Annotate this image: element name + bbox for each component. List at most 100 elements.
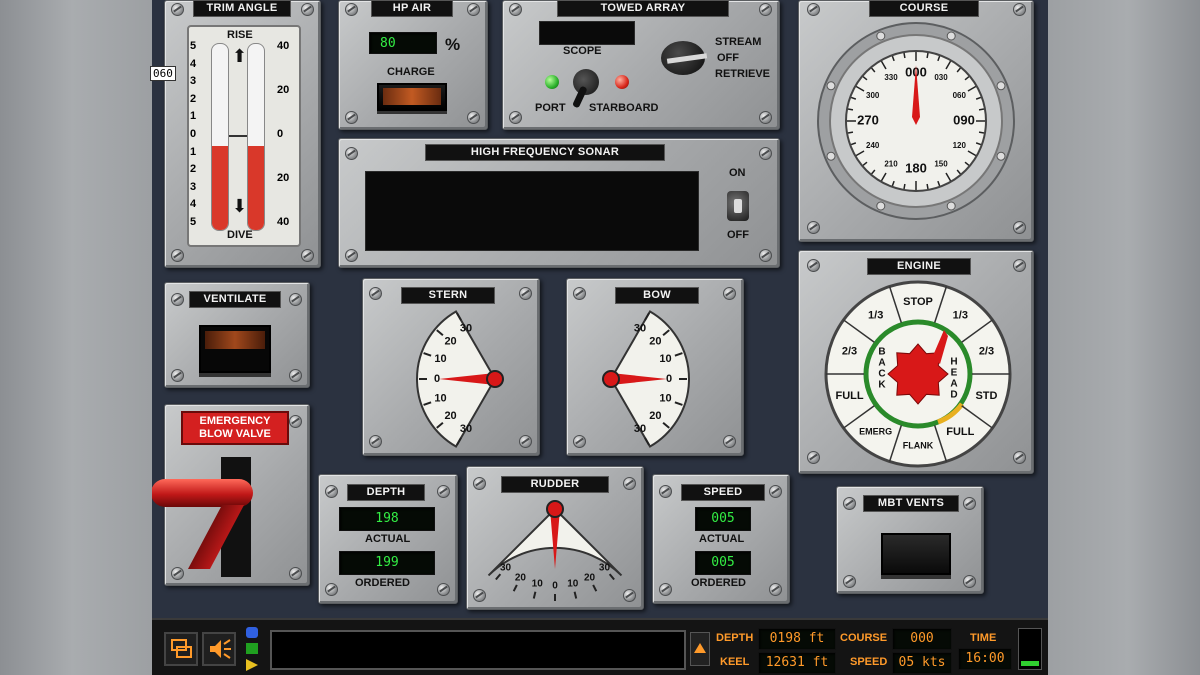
hp-air-unit: % bbox=[445, 35, 461, 54]
course-compass: 000090180270030060120150210240300330 bbox=[817, 22, 1015, 220]
screw-icon bbox=[826, 81, 836, 91]
screw-icon bbox=[1013, 3, 1026, 16]
compass-heading-label: 270 bbox=[857, 112, 879, 127]
compass-heading-label: 060 bbox=[953, 91, 967, 100]
trim-scale-tick: 4 bbox=[190, 198, 197, 211]
screw-icon bbox=[963, 575, 976, 588]
depth-title: DEPTH bbox=[347, 484, 425, 501]
screw-icon bbox=[759, 3, 772, 16]
speed-ordered-readout[interactable]: 005 bbox=[695, 551, 751, 575]
engine-ahead-letter: D bbox=[950, 390, 957, 401]
status-course-value: 000 bbox=[892, 628, 952, 650]
hp-air-charge-button[interactable] bbox=[377, 83, 447, 111]
engine-ahead-letter: A bbox=[950, 379, 957, 390]
screw-icon bbox=[996, 151, 1006, 161]
trim-scale-tick: 0 bbox=[277, 128, 284, 140]
message-scroll-button[interactable] bbox=[690, 632, 710, 666]
mbt-vents-panel: MBT VENTS bbox=[836, 486, 984, 594]
towed-array-side-toggle[interactable] bbox=[572, 69, 599, 109]
compass-heading-label: 210 bbox=[884, 159, 898, 168]
depth-panel: DEPTH 198 ACTUAL 199 ORDERED bbox=[318, 474, 458, 604]
screw-icon bbox=[1013, 259, 1026, 272]
rudder-gauge[interactable]: 3020100102030 bbox=[467, 467, 643, 609]
green-indicator-icon[interactable] bbox=[246, 643, 258, 654]
bow-tick-label: 10 bbox=[659, 353, 671, 365]
rudder-tick bbox=[512, 584, 518, 592]
engine-order-label: FULL bbox=[835, 390, 863, 402]
screw-icon bbox=[345, 111, 358, 124]
course-title: COURSE bbox=[869, 0, 979, 17]
status-time-label: TIME bbox=[970, 632, 997, 644]
rudder-tick bbox=[532, 591, 537, 599]
bow-needle-hub bbox=[602, 370, 620, 388]
mbt-vents-button[interactable] bbox=[881, 533, 951, 575]
ventilate-title: VENTILATE bbox=[189, 291, 281, 308]
rudder-tick bbox=[608, 573, 615, 581]
screw-icon bbox=[807, 221, 820, 234]
off-label: OFF bbox=[717, 52, 739, 64]
hp-air-panel: HP AIR 80 % CHARGE bbox=[338, 0, 488, 130]
emergency-blow-lever[interactable] bbox=[152, 479, 253, 507]
hp-air-charge-label: CHARGE bbox=[387, 66, 435, 78]
screw-icon bbox=[325, 583, 338, 596]
screw-icon bbox=[759, 111, 772, 124]
screw-icon bbox=[876, 31, 886, 41]
trim-scale-tick: 2 bbox=[190, 163, 197, 176]
screw-icon bbox=[946, 31, 956, 41]
speaker-icon bbox=[210, 639, 231, 659]
submarine-control-room: TRIM ANGLE RISE DIVE 54321012345 40 20 0 20… bbox=[152, 0, 1048, 675]
rudder-needle-hub bbox=[546, 500, 564, 518]
up-arrow-icon: ⬆ bbox=[232, 46, 248, 66]
compass-tick bbox=[926, 183, 929, 190]
towed-array-panel: TOWED ARRAY SCOPE PORT STARBOARD STREAM … bbox=[502, 0, 780, 130]
down-arrow-icon: ⬇ bbox=[232, 196, 248, 216]
engine-order-label: EMERG bbox=[859, 427, 892, 437]
depth-ordered-readout[interactable]: 199 bbox=[339, 551, 435, 575]
rudder-tick bbox=[573, 591, 578, 599]
stern-tick-label: 30 bbox=[460, 423, 472, 435]
course-panel: COURSE 000090180270030060120150210240300… bbox=[798, 0, 1034, 242]
towed-array-mode-knob[interactable] bbox=[661, 41, 708, 75]
engine-ahead-letter: H bbox=[950, 357, 957, 368]
stern-tick-label: 30 bbox=[460, 323, 472, 335]
message-display bbox=[270, 630, 686, 670]
screw-icon bbox=[467, 3, 480, 16]
screw-icon bbox=[807, 3, 820, 16]
status-keel-label: KEEL bbox=[720, 656, 750, 668]
rudder-tick bbox=[592, 584, 598, 592]
engine-order-label: STD bbox=[975, 390, 997, 402]
windows-button[interactable] bbox=[164, 632, 198, 666]
engine-telegraph[interactable]: STOP1/32/3STDFULLFLANKEMERGFULL2/31/3BAC… bbox=[823, 279, 1013, 469]
trim-gauge-face: RISE DIVE 5 4 3 2 1 0 1 2 3 4 5 40 20 0 20 40 ⬆ ⬇ bbox=[187, 25, 301, 247]
trim-tube-left bbox=[211, 43, 229, 231]
screw-icon bbox=[301, 3, 314, 16]
status-depth-label: DEPTH bbox=[716, 632, 754, 644]
sound-button[interactable] bbox=[202, 632, 236, 666]
screw-icon bbox=[769, 485, 782, 498]
status-speed-value: 05 kts bbox=[892, 652, 952, 674]
starboard-indicator-light bbox=[615, 75, 629, 89]
compass-tick bbox=[903, 52, 906, 59]
bow-tick-label: 30 bbox=[634, 323, 646, 335]
ventilate-button[interactable] bbox=[199, 325, 271, 373]
screw-icon bbox=[759, 249, 772, 262]
screw-icon bbox=[946, 201, 956, 211]
trim-fill-left bbox=[212, 146, 228, 230]
screw-icon bbox=[509, 3, 522, 16]
rudder-tick-label: 30 bbox=[500, 563, 512, 574]
trim-scale-tick: 1 bbox=[190, 110, 197, 123]
play-icon[interactable] bbox=[246, 659, 258, 671]
stream-label: STREAM bbox=[715, 36, 762, 48]
screw-icon bbox=[171, 567, 184, 580]
engine-back-letter: C bbox=[878, 369, 885, 380]
engine-order-label: FLANK bbox=[903, 440, 934, 450]
blue-indicator-icon[interactable] bbox=[246, 627, 258, 638]
sonar-power-toggle[interactable] bbox=[727, 191, 749, 221]
speed-actual-label: ACTUAL bbox=[699, 533, 745, 545]
retrieve-label: RETRIEVE bbox=[715, 68, 771, 80]
screw-icon bbox=[171, 249, 184, 262]
compass-heading-label: 180 bbox=[905, 160, 927, 175]
depth-actual-label: ACTUAL bbox=[365, 533, 411, 545]
bow-panel: BOW 30 20 10 0 10 20 30 bbox=[566, 278, 744, 456]
left-marker: 060 bbox=[150, 66, 176, 81]
